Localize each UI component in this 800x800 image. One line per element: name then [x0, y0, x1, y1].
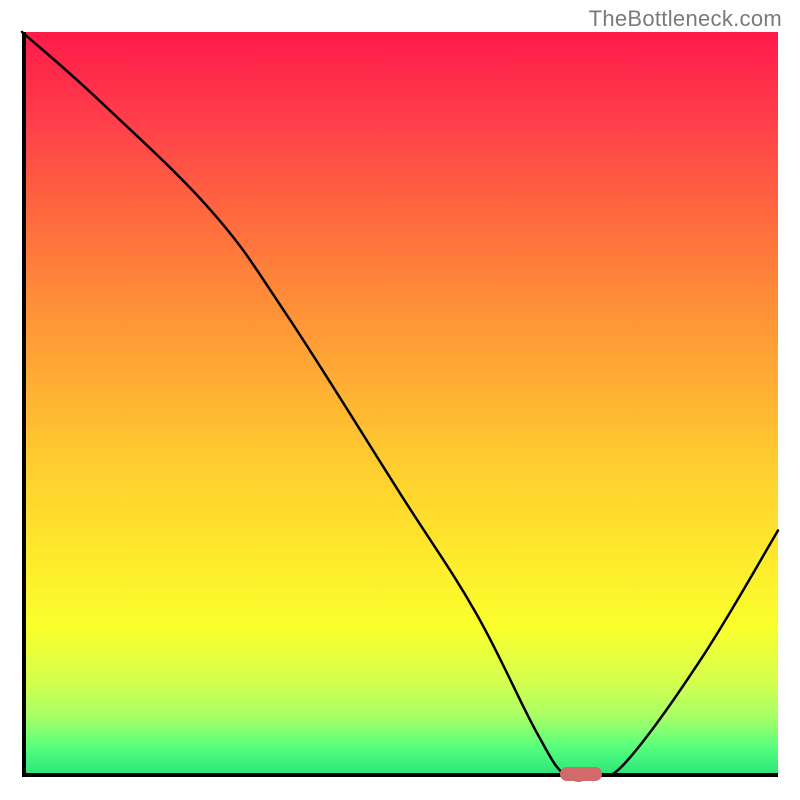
- bottleneck-curve: [22, 32, 778, 776]
- watermark-text: TheBottleneck.com: [589, 6, 782, 32]
- optimal-marker: [560, 767, 602, 781]
- chart-frame: TheBottleneck.com: [0, 0, 800, 800]
